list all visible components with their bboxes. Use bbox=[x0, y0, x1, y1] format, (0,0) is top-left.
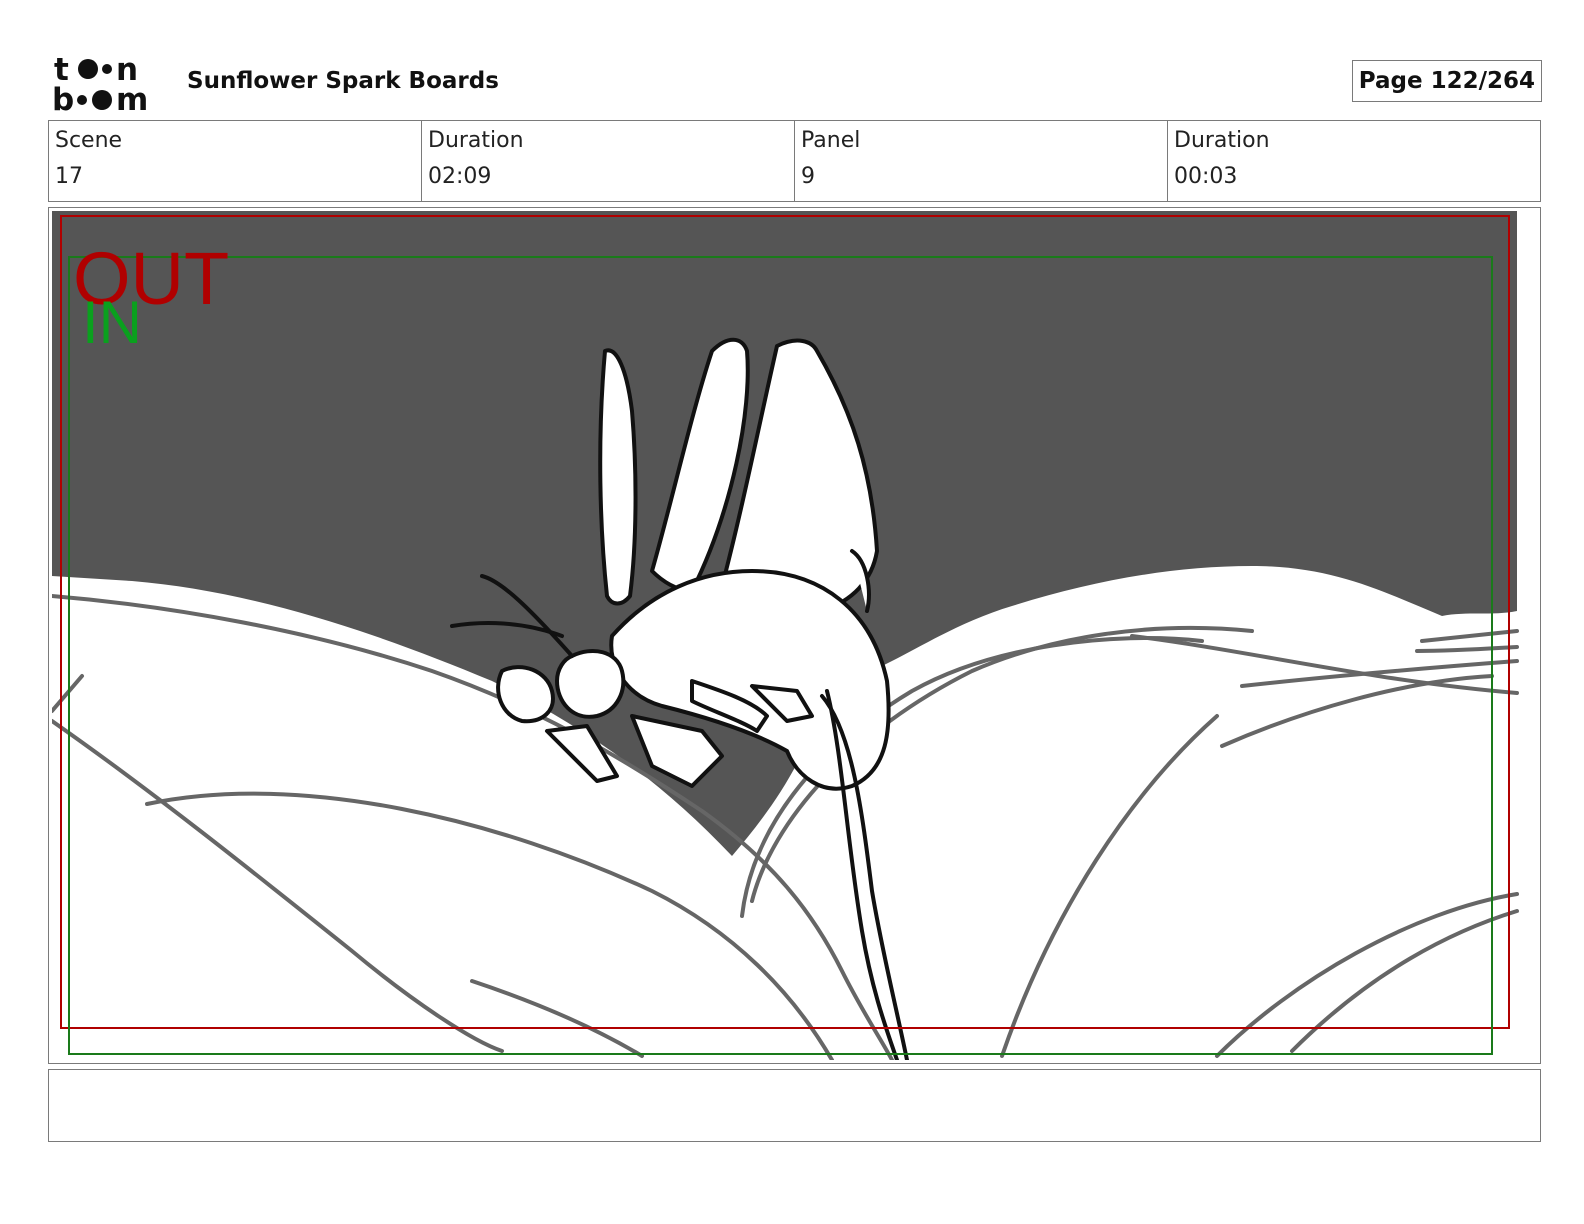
header: t n b m Sunflower Spark Boards Page 122/… bbox=[48, 48, 1542, 118]
scene-info-bar: Scene 17 Duration 02:09 Panel 9 Duration… bbox=[48, 120, 1541, 202]
board-title: Sunflower Spark Boards bbox=[187, 68, 499, 94]
scene-cell: Scene 17 bbox=[49, 121, 422, 201]
scene-duration-value: 02:09 bbox=[428, 164, 492, 189]
svg-text:b: b bbox=[52, 82, 74, 114]
panel-value: 9 bbox=[801, 164, 815, 189]
in-label: IN bbox=[82, 289, 142, 356]
scene-value: 17 bbox=[55, 164, 83, 189]
svg-text:m: m bbox=[116, 82, 148, 114]
scene-duration-cell: Duration 02:09 bbox=[422, 121, 795, 201]
scene-duration-label: Duration bbox=[428, 128, 524, 153]
scene-label: Scene bbox=[55, 128, 123, 153]
toon-boom-logo: t n b m bbox=[52, 52, 148, 114]
caption-box bbox=[48, 1069, 1541, 1142]
panel-duration-cell: Duration 00:03 bbox=[1168, 121, 1540, 201]
page-indicator: Page 122/264 bbox=[1351, 60, 1542, 102]
panel-duration-label: Duration bbox=[1174, 128, 1270, 153]
panel-sketch bbox=[52, 211, 1537, 1060]
panel-duration-value: 00:03 bbox=[1174, 164, 1238, 189]
panel-cell: Panel 9 bbox=[795, 121, 1168, 201]
panel-label: Panel bbox=[801, 128, 861, 153]
storyboard-panel: OUT IN bbox=[48, 207, 1541, 1064]
